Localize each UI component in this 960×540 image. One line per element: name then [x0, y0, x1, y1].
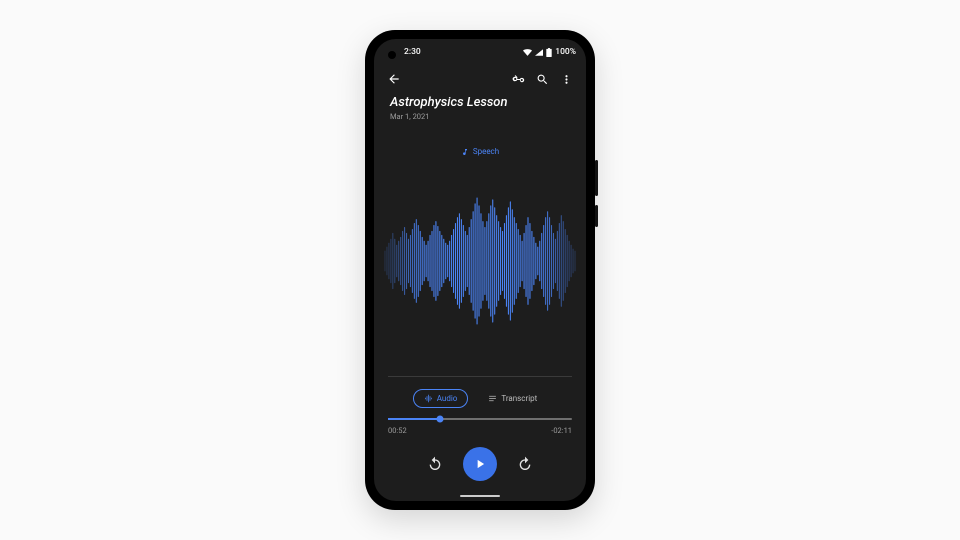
tab-transcript[interactable]: Transcript — [478, 389, 547, 408]
screen: 2:30 100% Astrophysics L — [374, 39, 586, 501]
tab-audio[interactable]: Audio — [413, 389, 469, 408]
speech-label: Speech — [374, 147, 586, 156]
search-button[interactable] — [534, 71, 550, 87]
transcript-icon — [488, 394, 497, 403]
progress-thumb[interactable] — [436, 416, 443, 423]
status-time: 2:30 — [404, 47, 421, 57]
battery-text: 100% — [555, 47, 576, 57]
page-title: Astrophysics Lesson — [390, 95, 570, 110]
back-button[interactable] — [386, 71, 402, 87]
progress-bar[interactable]: 00:52 -02:11 — [374, 418, 586, 435]
recording-date: Mar 1, 2021 — [390, 112, 570, 121]
signal-icon — [535, 49, 543, 56]
time-elapsed: 00:52 — [388, 426, 407, 435]
status-right: 100% — [523, 47, 576, 57]
tab-transcript-label: Transcript — [501, 394, 537, 403]
time-labels: 00:52 -02:11 — [388, 426, 572, 435]
view-tabs: Audio Transcript — [374, 377, 586, 418]
speech-label-text: Speech — [473, 147, 499, 156]
playback-controls — [374, 435, 586, 501]
tab-audio-label: Audio — [437, 394, 458, 403]
wifi-icon — [523, 49, 532, 56]
battery-icon — [546, 48, 552, 57]
play-icon — [473, 457, 487, 471]
phone-frame: 2:30 100% Astrophysics L — [365, 30, 595, 510]
progress-fill — [388, 418, 440, 420]
power-button — [595, 205, 598, 227]
time-remaining: -02:11 — [551, 426, 572, 435]
status-bar: 2:30 100% — [374, 39, 586, 65]
volume-button — [595, 160, 598, 196]
crop-button[interactable] — [510, 71, 526, 87]
audio-wave-icon — [424, 394, 433, 403]
top-bar — [374, 65, 586, 93]
rewind-button[interactable] — [425, 454, 445, 474]
nav-handle[interactable] — [460, 495, 500, 498]
overflow-menu-button[interactable] — [558, 71, 574, 87]
waveform-svg — [384, 191, 576, 331]
camera-hole — [388, 51, 396, 59]
waveform[interactable] — [374, 156, 586, 376]
header: Astrophysics Lesson Mar 1, 2021 — [374, 93, 586, 129]
play-button[interactable] — [463, 447, 497, 481]
music-note-icon — [461, 148, 469, 156]
forward-button[interactable] — [515, 454, 535, 474]
